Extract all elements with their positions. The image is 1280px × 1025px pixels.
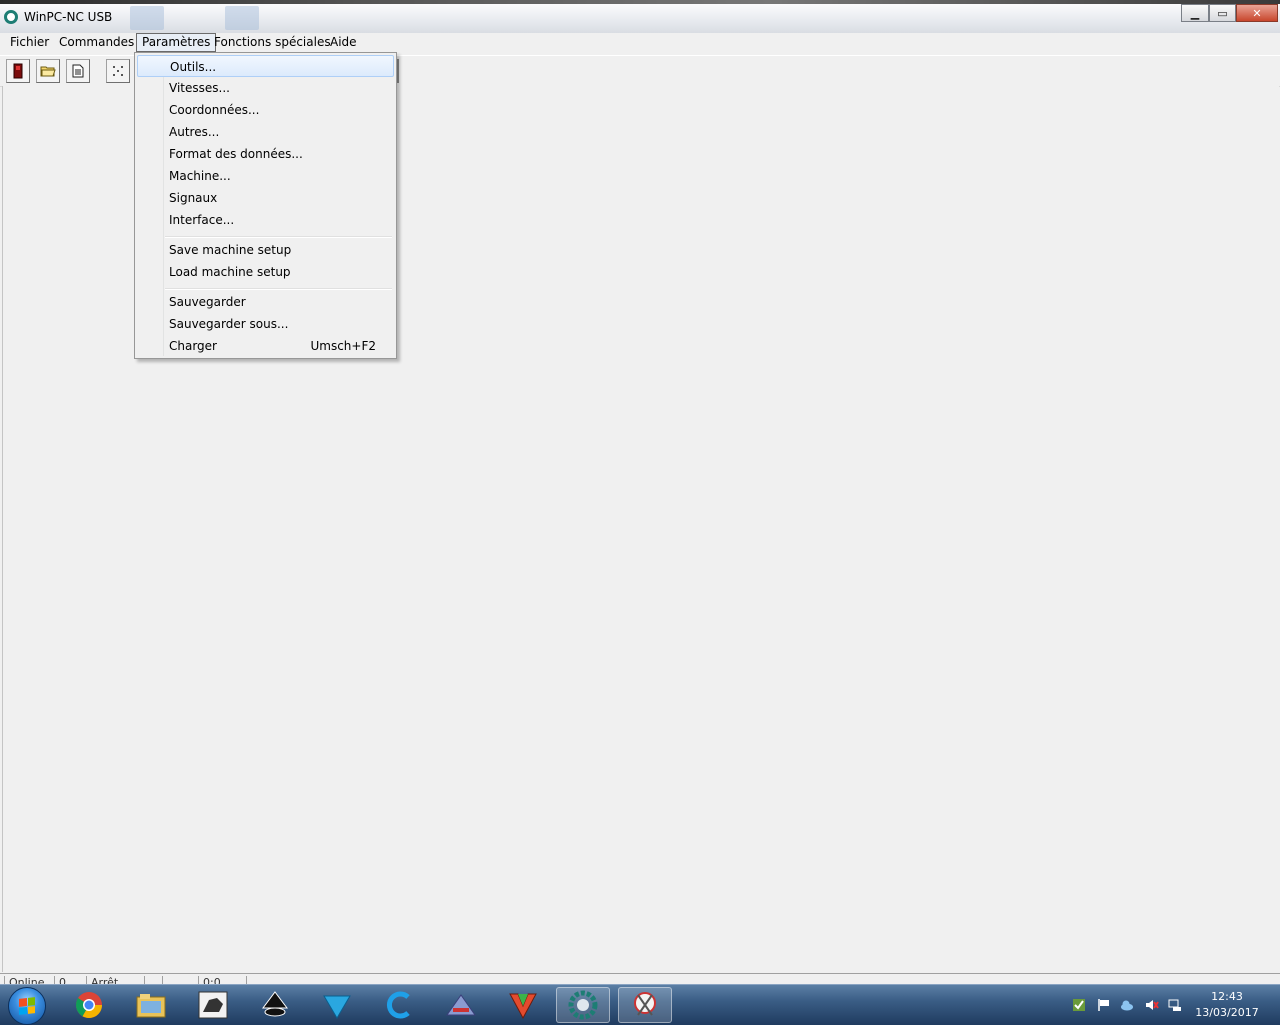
menu-item-label: Outils... <box>170 60 217 74</box>
menu-item-load-machine-setup[interactable]: Load machine setup <box>137 261 394 283</box>
menu-item-label: Machine... <box>169 169 231 183</box>
start-button[interactable] <box>8 987 46 1025</box>
titlebar-glare <box>130 6 164 30</box>
taskbar-v-app[interactable] <box>496 987 550 1023</box>
grid-icon <box>113 66 123 76</box>
parametres-dropdown: Outils... Vitesses... Coordonnées... Aut… <box>134 52 397 359</box>
taskbar-arrow-app[interactable] <box>310 987 364 1023</box>
taskbar-chrome[interactable] <box>62 987 116 1023</box>
action-center-flag-icon[interactable] <box>1097 998 1111 1012</box>
taskbar-scissors-app[interactable] <box>618 987 672 1023</box>
menu-item-machine[interactable]: Machine... <box>137 165 394 187</box>
menu-separator <box>165 288 392 290</box>
arrow-app-icon <box>323 995 351 1019</box>
v-app-icon <box>509 993 537 1020</box>
menu-item-sauvegarder[interactable]: Sauvegarder <box>137 291 394 313</box>
triangle-app-icon <box>446 994 476 1016</box>
menu-item-label: Load machine setup <box>169 265 291 279</box>
menu-item-coordonnees[interactable]: Coordonnées... <box>137 99 394 121</box>
windows-logo-icon <box>19 997 35 1015</box>
scissors-app-icon <box>634 992 656 1016</box>
menu-item-shortcut: Umsch+F2 <box>310 339 376 353</box>
minimize-button[interactable]: ▁ <box>1181 4 1209 22</box>
grid-button[interactable] <box>106 59 130 83</box>
menu-fonctions-speciales[interactable]: Fonctions spéciales <box>209 33 336 52</box>
menu-item-label: Signaux <box>169 191 218 205</box>
chrome-icon <box>75 992 103 1019</box>
menu-separator <box>165 236 392 238</box>
inkscape-icon <box>262 991 288 1017</box>
menu-item-label: Interface... <box>169 213 235 227</box>
maximize-button[interactable]: ▭ <box>1209 4 1236 22</box>
menu-item-autres[interactable]: Autres... <box>137 121 394 143</box>
menu-item-sauvegarder-sous[interactable]: Sauvegarder sous... <box>137 313 394 335</box>
c-app-icon <box>387 991 410 1019</box>
system-clock[interactable]: 12:43 13/03/2017 <box>1192 989 1262 1021</box>
clock-time: 12:43 <box>1211 990 1243 1003</box>
menu-item-signaux[interactable]: Signaux <box>137 187 394 209</box>
taskbar-file-explorer[interactable] <box>124 987 178 1023</box>
close-button[interactable]: ✕ <box>1236 4 1278 22</box>
menu-item-label: Autres... <box>169 125 220 139</box>
menu-item-label: Coordonnées... <box>169 103 260 117</box>
clock-date: 13/03/2017 <box>1195 1006 1259 1019</box>
taskbar: 12:43 13/03/2017 <box>0 984 1280 1025</box>
document-icon <box>72 64 84 78</box>
menu-item-label: Sauvegarder <box>169 295 246 309</box>
title-bar[interactable]: WinPC-NC USB ▁ ▭ ✕ <box>0 0 1280 34</box>
menu-item-interface[interactable]: Interface... <box>137 209 394 231</box>
open-folder-icon <box>40 66 56 77</box>
titlebar-glare <box>225 6 259 30</box>
exit-icon <box>13 63 23 79</box>
taskbar-c-app[interactable] <box>372 987 426 1023</box>
menu-item-save-machine-setup[interactable]: Save machine setup <box>137 239 394 261</box>
document-button[interactable] <box>66 59 90 83</box>
menu-commandes[interactable]: Commandes <box>54 33 139 52</box>
file-explorer-icon <box>136 994 166 1018</box>
menu-item-outils[interactable]: Outils... <box>137 55 394 77</box>
menu-bar: Fichier Commandes Paramètres Fonctions s… <box>0 33 1280 53</box>
taskbar-rhino[interactable] <box>186 987 240 1023</box>
window-title: WinPC-NC USB <box>24 10 113 24</box>
menu-item-charger[interactable]: Charger Umsch+F2 <box>137 335 394 357</box>
menu-item-label: Save machine setup <box>169 243 292 257</box>
menu-aide[interactable]: Aide <box>325 33 362 52</box>
menu-item-format-des-donnees[interactable]: Format des données... <box>137 143 394 165</box>
menu-item-vitesses[interactable]: Vitesses... <box>137 77 394 99</box>
menu-item-label: Charger <box>169 339 217 353</box>
exit-button[interactable] <box>6 59 30 83</box>
taskbar-winpc-nc[interactable] <box>556 987 610 1023</box>
taskbar-triangle-app[interactable] <box>434 987 488 1023</box>
volume-muted-icon[interactable] <box>1145 998 1159 1012</box>
menu-item-label: Format des données... <box>169 147 303 161</box>
toolbar-separator <box>397 59 399 83</box>
open-button[interactable] <box>36 59 60 83</box>
menu-item-label: Vitesses... <box>169 81 230 95</box>
rhino-icon <box>198 991 228 1019</box>
menu-fichier[interactable]: Fichier <box>5 33 54 52</box>
taskbar-inkscape[interactable] <box>248 987 302 1023</box>
winpc-nc-icon <box>568 990 598 1020</box>
security-shield-icon[interactable] <box>1072 998 1086 1012</box>
winpc-nc-app-icon <box>4 10 18 24</box>
onedrive-cloud-icon[interactable] <box>1120 998 1134 1012</box>
network-icon[interactable] <box>1168 998 1182 1012</box>
menu-item-label: Sauvegarder sous... <box>169 317 289 331</box>
menu-parametres[interactable]: Paramètres <box>136 33 217 52</box>
